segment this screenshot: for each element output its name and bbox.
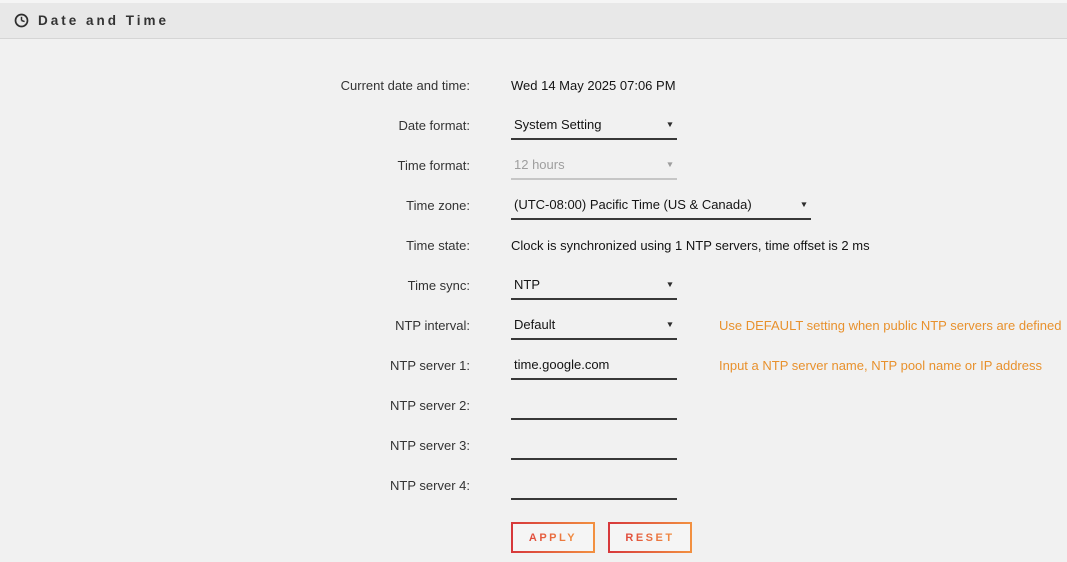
ntp-server-3-label: NTP server 3: xyxy=(0,438,470,453)
time-format-selected-value: 12 hours xyxy=(514,157,565,172)
ntp-interval-select[interactable]: Default ▼ xyxy=(511,310,677,340)
time-sync-select[interactable]: NTP ▼ xyxy=(511,270,677,300)
time-zone-row: Time zone: (UTC-08:00) Pacific Time (US … xyxy=(0,185,1067,225)
ntp-server-1-input[interactable] xyxy=(511,351,677,380)
ntp-server-3-input[interactable] xyxy=(511,431,677,460)
time-format-select[interactable]: 12 hours ▼ xyxy=(511,150,677,180)
reset-button-label: RESET xyxy=(625,532,674,544)
time-sync-row: Time sync: NTP ▼ xyxy=(0,265,1067,305)
ntp-interval-row: NTP interval: Default ▼ Use DEFAULT sett… xyxy=(0,305,1067,345)
caret-down-icon: ▼ xyxy=(800,200,809,209)
date-format-selected-value: System Setting xyxy=(514,117,601,132)
page-title: Date and Time xyxy=(38,13,169,28)
caret-down-icon: ▼ xyxy=(666,320,675,329)
page-header: Date and Time xyxy=(0,0,1067,39)
time-zone-label: Time zone: xyxy=(0,198,470,213)
form-actions: APPLY RESET xyxy=(511,522,1067,553)
ntp-server-1-hint: Input a NTP server name, NTP pool name o… xyxy=(719,358,1042,373)
time-state-label: Time state: xyxy=(0,238,470,253)
ntp-server-1-label: NTP server 1: xyxy=(0,358,470,373)
time-format-row: Time format: 12 hours ▼ xyxy=(0,145,1067,185)
ntp-interval-selected-value: Default xyxy=(514,317,555,332)
time-format-label: Time format: xyxy=(0,158,470,173)
time-sync-label: Time sync: xyxy=(0,278,470,293)
current-datetime-value: Wed 14 May 2025 07:06 PM xyxy=(511,78,676,93)
date-format-label: Date format: xyxy=(0,118,470,133)
clock-icon xyxy=(14,13,29,28)
time-state-value: Clock is synchronized using 1 NTP server… xyxy=(511,238,870,253)
ntp-interval-label: NTP interval: xyxy=(0,318,470,333)
ntp-server-1-row: NTP server 1: Input a NTP server name, N… xyxy=(0,345,1067,385)
ntp-server-4-label: NTP server 4: xyxy=(0,478,470,493)
time-state-row: Time state: Clock is synchronized using … xyxy=(0,225,1067,265)
ntp-server-2-row: NTP server 2: xyxy=(0,385,1067,425)
date-format-select[interactable]: System Setting ▼ xyxy=(511,110,677,140)
date-time-form: Current date and time: Wed 14 May 2025 0… xyxy=(0,39,1067,553)
date-format-row: Date format: System Setting ▼ xyxy=(0,105,1067,145)
reset-button[interactable]: RESET xyxy=(608,522,692,553)
caret-down-icon: ▼ xyxy=(666,280,675,289)
ntp-server-2-label: NTP server 2: xyxy=(0,398,470,413)
time-sync-selected-value: NTP xyxy=(514,277,540,292)
current-datetime-row: Current date and time: Wed 14 May 2025 0… xyxy=(0,65,1067,105)
ntp-server-4-input[interactable] xyxy=(511,471,677,500)
time-zone-select[interactable]: (UTC-08:00) Pacific Time (US & Canada) ▼ xyxy=(511,190,811,220)
ntp-server-4-row: NTP server 4: xyxy=(0,465,1067,505)
ntp-server-2-input[interactable] xyxy=(511,391,677,420)
caret-down-icon: ▼ xyxy=(666,160,675,169)
time-zone-selected-value: (UTC-08:00) Pacific Time (US & Canada) xyxy=(514,197,752,212)
caret-down-icon: ▼ xyxy=(666,120,675,129)
ntp-server-3-row: NTP server 3: xyxy=(0,425,1067,465)
apply-button-label: APPLY xyxy=(529,532,577,544)
apply-button[interactable]: APPLY xyxy=(511,522,595,553)
current-datetime-label: Current date and time: xyxy=(0,78,470,93)
ntp-interval-hint: Use DEFAULT setting when public NTP serv… xyxy=(719,318,1062,333)
